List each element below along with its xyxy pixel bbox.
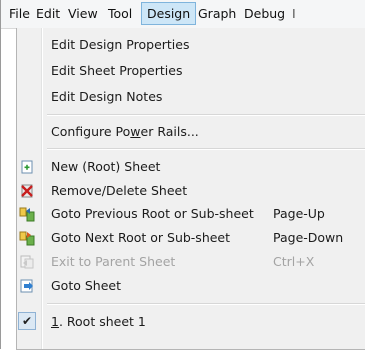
- menu-item-configure-power-rails[interactable]: Configure Power Rails...: [17, 120, 365, 144]
- goto-sheet-icon: [19, 278, 35, 294]
- menu-view[interactable]: View: [63, 3, 103, 24]
- menu-separator-highlight: [47, 149, 365, 150]
- menu-item-edit-design-notes[interactable]: Edit Design Notes: [17, 85, 365, 109]
- goto-next-sheet-icon: [19, 230, 35, 246]
- menu-item-label: Goto Next Root or Sub-sheet: [51, 230, 231, 245]
- menu-separator-highlight: [47, 304, 365, 305]
- menu-bar: File Edit View Tool Design Graph Debug I: [1, 0, 365, 29]
- menu-item-root-sheet-1[interactable]: ✔ 1. Root sheet 1: [17, 310, 365, 334]
- goto-previous-sheet-icon: [19, 206, 35, 222]
- menu-item-label: Edit Design Properties: [51, 37, 190, 52]
- menu-item-label: Goto Sheet: [51, 278, 121, 293]
- menu-item-goto-next-sheet[interactable]: Goto Next Root or Sub-sheet Page-Down: [17, 226, 365, 250]
- exit-parent-sheet-icon: [19, 254, 35, 270]
- menu-edit[interactable]: Edit: [31, 3, 65, 24]
- menu-item-label: 1. Root sheet 1: [51, 314, 146, 329]
- menu-item-label: Exit to Parent Sheet: [51, 254, 176, 269]
- design-menu-dropdown: Edit Design Properties Edit Sheet Proper…: [16, 28, 365, 350]
- window-frame-edge: [0, 0, 1, 349]
- menu-item-shortcut: Page-Down: [273, 230, 344, 245]
- menu-item-edit-design-properties[interactable]: Edit Design Properties: [17, 33, 365, 57]
- remove-sheet-icon: [19, 183, 35, 199]
- menu-debug[interactable]: Debug: [239, 3, 290, 24]
- menu-tool[interactable]: Tool: [103, 3, 137, 24]
- menu-item-label: Goto Previous Root or Sub-sheet: [51, 206, 254, 221]
- menu-item-label: Remove/Delete Sheet: [51, 183, 188, 198]
- menu-item-goto-sheet[interactable]: Goto Sheet: [17, 274, 365, 298]
- checkmark-icon: ✔: [18, 312, 36, 330]
- menu-item-goto-previous-sheet[interactable]: Goto Previous Root or Sub-sheet Page-Up: [17, 202, 365, 226]
- menu-item-label: Edit Design Notes: [51, 89, 163, 104]
- menu-item-exit-to-parent-sheet: Exit to Parent Sheet Ctrl+X: [17, 250, 365, 274]
- menu-overflow-cut: I: [292, 6, 296, 21]
- menu-separator-highlight: [47, 115, 365, 116]
- menu-item-new-root-sheet[interactable]: New (Root) Sheet: [17, 155, 365, 179]
- menu-item-label: Configure Power Rails...: [51, 124, 199, 139]
- menu-graph[interactable]: Graph: [193, 3, 241, 24]
- menu-item-label: Edit Sheet Properties: [51, 63, 183, 78]
- menu-item-shortcut: Ctrl+X: [273, 254, 315, 269]
- menu-item-remove-delete-sheet[interactable]: Remove/Delete Sheet: [17, 179, 365, 203]
- new-sheet-icon: [19, 159, 35, 175]
- menu-item-shortcut: Page-Up: [273, 206, 325, 221]
- menu-item-edit-sheet-properties[interactable]: Edit Sheet Properties: [17, 59, 365, 83]
- menu-item-label: New (Root) Sheet: [51, 159, 161, 174]
- menu-design[interactable]: Design: [141, 2, 197, 25]
